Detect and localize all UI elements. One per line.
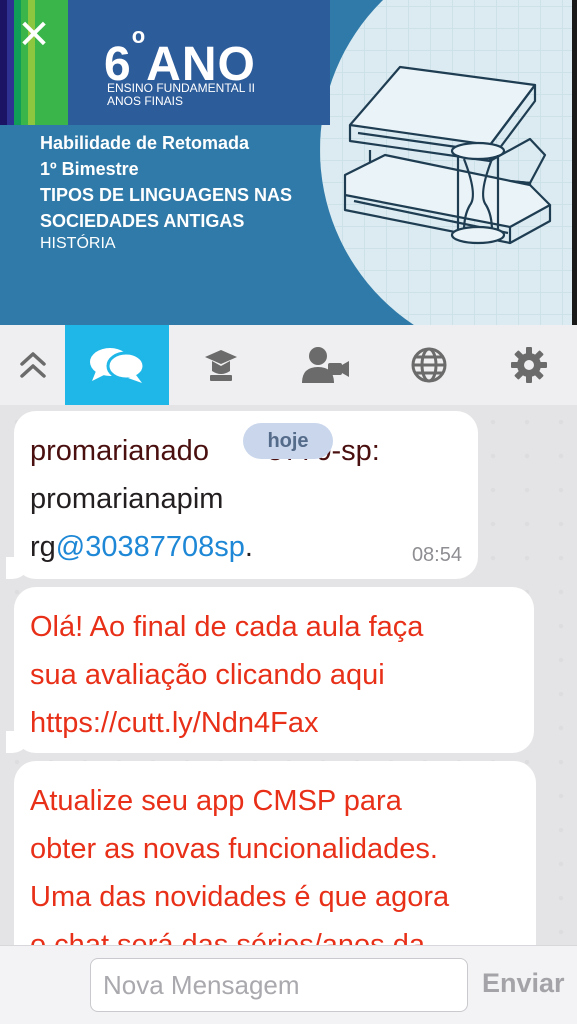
message-text: sua avaliação clicando aqui — [30, 659, 385, 691]
bubble-tail — [6, 557, 30, 579]
banner-stripe — [0, 0, 7, 125]
message-text: Uma das novidades é que agora — [30, 881, 450, 913]
message-text: Olá! Ao final de cada aula faça — [30, 611, 424, 643]
banner-edge — [572, 0, 577, 325]
tab-web[interactable] — [377, 325, 481, 405]
message-text: Atualize seu app CMSP para — [30, 785, 402, 817]
tab-video-call[interactable] — [273, 325, 377, 405]
video-user-icon — [302, 347, 349, 383]
message-sender[interactable]: promarianado — [30, 435, 209, 467]
chat-message[interactable]: Olá! Ao final de cada aula faça sua aval… — [0, 587, 534, 753]
graduation-cap-icon — [205, 350, 237, 381]
gear-icon — [511, 347, 547, 383]
globe-icon — [411, 347, 447, 383]
collapse-button[interactable] — [0, 325, 65, 405]
collapse-chevrons-icon — [19, 352, 46, 378]
user-mention-link[interactable]: @30387708sp — [56, 531, 245, 563]
subject-label: HISTÓRIA — [40, 235, 116, 252]
message-text: o chat será das séries/anos da — [30, 929, 425, 945]
message-text: rg — [30, 531, 56, 563]
message-composer: Enviar — [0, 945, 577, 1024]
message-input[interactable] — [90, 958, 468, 1012]
chat-message[interactable]: Atualize seu app CMSP para obter as nova… — [14, 761, 536, 945]
bubble-tail — [6, 731, 30, 753]
chat-messages[interactable]: promarianado3770-sp: promarianapim rg@30… — [0, 405, 577, 945]
video-banner[interactable]: ✕ 6oANO ENSINO FUNDAMENTAL II ANOS FINAI… — [0, 0, 577, 325]
close-video-button[interactable]: ✕ — [14, 15, 54, 56]
school-level-label: ENSINO FUNDAMENTAL II ANOS FINAIS — [107, 81, 256, 108]
chat-bubbles-icon — [90, 348, 146, 383]
message-timestamp: 08:54 — [411, 544, 462, 566]
books-hourglass-illustration — [343, 65, 552, 245]
message-text: promarianapim — [30, 483, 224, 515]
send-button[interactable]: Enviar — [482, 968, 565, 999]
tab-classes[interactable] — [169, 325, 273, 405]
banner-stripe — [7, 0, 14, 125]
lesson-title: Habilidade de Retomada 1º Bimestre TIPOS… — [40, 133, 293, 231]
tab-chat[interactable] — [65, 325, 169, 405]
date-separator-badge: hoje — [243, 423, 333, 459]
message-text: . — [244, 531, 253, 563]
tab-settings[interactable] — [481, 325, 577, 405]
message-text: obter as novas funcionalidades. — [30, 833, 438, 865]
evaluation-link[interactable]: https://cutt.ly/Ndn4Fax — [30, 699, 518, 747]
tab-toolbar — [0, 325, 577, 405]
